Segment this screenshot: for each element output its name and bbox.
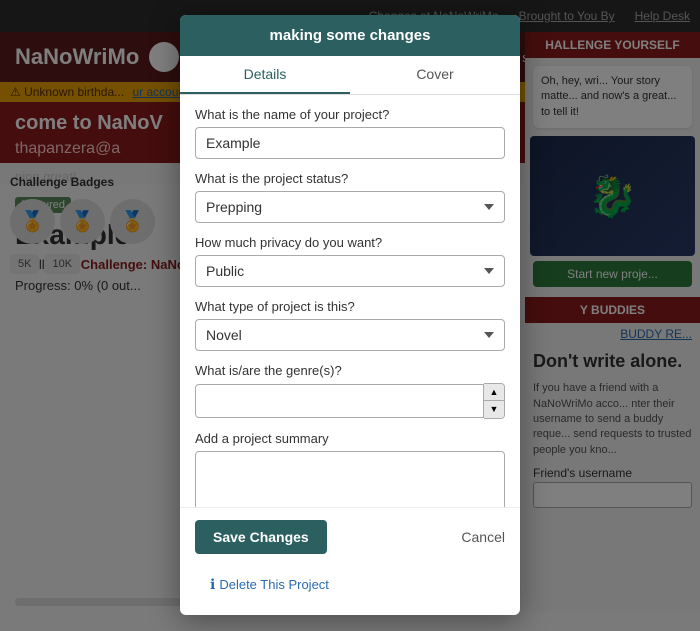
tab-cover-label: Cover [416,66,453,82]
status-label: What is the project status? [195,171,505,186]
name-input[interactable] [195,127,505,159]
summary-textarea[interactable] [195,451,505,507]
modal-title: making some changes [270,27,431,44]
name-label: What is the name of your project? [195,107,505,122]
privacy-label: How much privacy do you want? [195,235,505,250]
status-select[interactable]: Prepping Drafting Revising Complete [195,191,505,223]
modal-body: What is the name of your project? What i… [180,95,520,507]
genre-up-button[interactable]: ▲ [484,384,504,401]
modal-tabs: Details Cover [180,56,520,95]
genre-spinners: ▲ ▼ [484,383,505,419]
modal-overlay: making some changes Details Cover What i… [0,0,700,631]
delete-link[interactable]: ℹ Delete This Project [195,571,505,603]
field-status: What is the project status? Prepping Dra… [195,171,505,223]
tab-details-label: Details [244,66,287,82]
genre-label: What is/are the genre(s)? [195,363,505,378]
tab-cover[interactable]: Cover [350,56,520,94]
delete-area: ℹ Delete This Project [180,566,520,615]
modal-dialog: making some changes Details Cover What i… [180,15,520,615]
genre-select[interactable] [195,384,484,418]
modal-footer: Save Changes Cancel [180,507,520,566]
field-name: What is the name of your project? [195,107,505,159]
info-icon: ℹ [210,576,215,593]
tab-details[interactable]: Details [180,56,350,94]
cancel-button[interactable]: Cancel [461,529,505,545]
field-type: What type of project is this? Novel Shor… [195,299,505,351]
genre-down-button[interactable]: ▼ [484,401,504,418]
genre-wrapper: ▲ ▼ [195,383,505,419]
privacy-select[interactable]: Public Private Shared [195,255,505,287]
delete-label: Delete This Project [219,577,329,592]
summary-label: Add a project summary [195,431,505,446]
field-genre: What is/are the genre(s)? ▲ ▼ [195,363,505,419]
field-summary: Add a project summary [195,431,505,507]
modal-header: making some changes [180,15,520,56]
type-label: What type of project is this? [195,299,505,314]
type-select[interactable]: Novel Short Story Nonfiction Script Othe… [195,319,505,351]
field-privacy: How much privacy do you want? Public Pri… [195,235,505,287]
save-button[interactable]: Save Changes [195,520,327,554]
